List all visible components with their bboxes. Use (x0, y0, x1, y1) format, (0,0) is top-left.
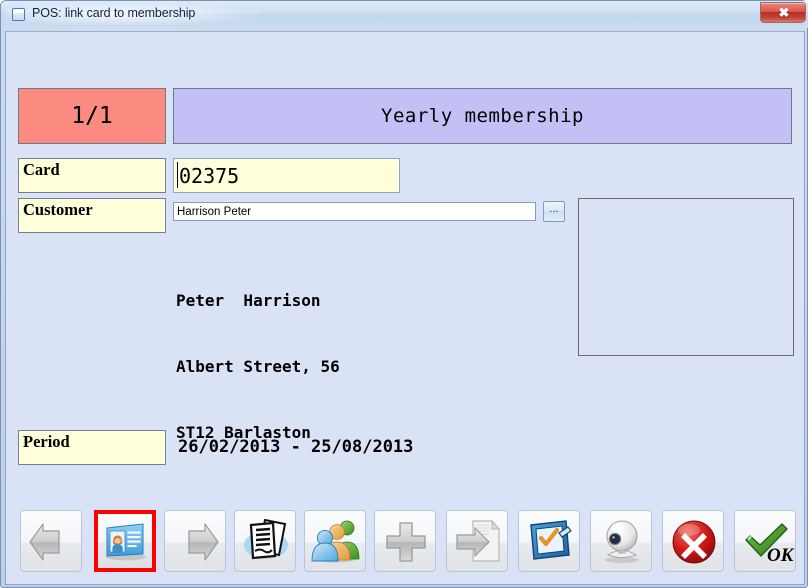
customer-label: Customer (18, 198, 166, 233)
card-input-caret (177, 162, 178, 188)
export-button[interactable] (446, 510, 508, 572)
address-line: Albert Street, 56 (176, 357, 340, 376)
customer-photo-panel[interactable] (578, 198, 794, 356)
ok-button-label: OK (767, 545, 795, 566)
ok-button[interactable]: OK (734, 510, 796, 572)
customers-button[interactable] (304, 510, 366, 572)
card-input[interactable] (173, 158, 400, 193)
check-tablet-icon (519, 511, 579, 571)
close-icon: ✖ (778, 5, 790, 20)
documents-icon (235, 511, 295, 571)
form-content: 1/1 Yearly membership Card Customer ... … (6, 32, 804, 502)
customer-input[interactable] (173, 202, 536, 221)
documents-button[interactable] (234, 510, 296, 572)
period-value: 26/02/2013 - 25/08/2013 (178, 437, 414, 457)
title-bar: POS: link card to membership ✖ (1, 1, 808, 28)
customer-browse-button[interactable]: ... (543, 201, 565, 222)
client-area: 1/1 Yearly membership Card Customer ... … (5, 31, 805, 585)
window-title: POS: link card to membership (32, 6, 196, 20)
red-x-circle-icon (663, 511, 723, 571)
green-check-icon: OK (735, 511, 795, 571)
people-group-icon (305, 511, 365, 571)
arrow-to-document-icon (447, 511, 507, 571)
next-button[interactable] (164, 510, 226, 572)
previous-button[interactable] (20, 510, 82, 572)
id-card-icon (94, 510, 156, 572)
cancel-button[interactable] (662, 510, 724, 572)
address-line: Peter Harrison (176, 291, 321, 310)
close-button[interactable]: ✖ (760, 2, 806, 23)
arrow-left-icon (21, 511, 81, 571)
bottom-toolbar: OK (6, 502, 804, 584)
plus-icon (375, 511, 435, 571)
window-icon (12, 8, 25, 21)
period-label: Period (18, 430, 166, 465)
record-counter: 1/1 (18, 88, 166, 144)
application-window: POS: link card to membership ✖ 1/1 Yearl… (0, 0, 808, 588)
card-label: Card (18, 158, 166, 193)
add-button[interactable] (374, 510, 436, 572)
webcam-button[interactable] (590, 510, 652, 572)
id-card-button[interactable] (94, 510, 156, 572)
webcam-icon (591, 511, 651, 571)
signature-button[interactable] (518, 510, 580, 572)
membership-type-banner: Yearly membership (173, 88, 792, 144)
arrow-right-icon (165, 511, 225, 571)
